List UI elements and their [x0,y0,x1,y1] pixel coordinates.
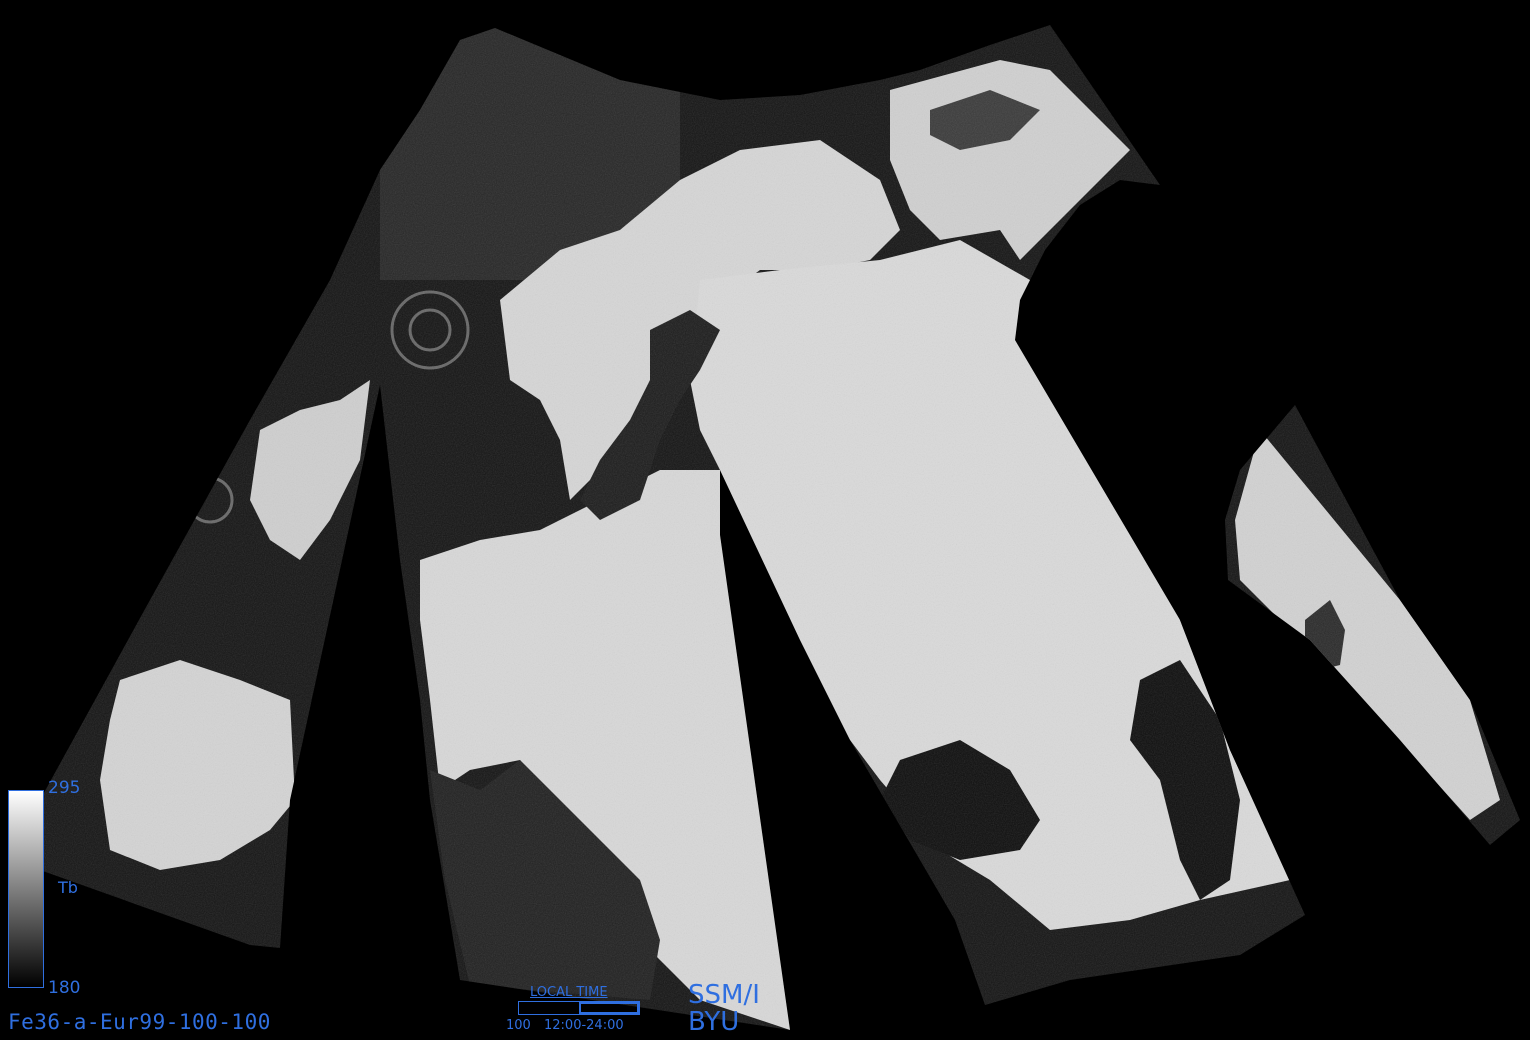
local-time-indicator [518,1001,640,1015]
sensor-label: SSM/I [688,980,760,1010]
local-time-range: 12:00-24:00 [544,1018,624,1033]
organization-label: BYU [688,1007,740,1037]
product-id-label: Fe36-a-Eur99-100-100 [8,1010,271,1034]
colorbar-max-label: 295 [48,778,81,798]
satellite-image-map [40,25,1520,1030]
swath-coverage [40,25,1520,1030]
local-time-indicator-fill [579,1002,639,1014]
colorbar-min-label: 180 [48,978,81,998]
local-time-days: 100 [506,1018,531,1033]
colorbar-variable-label: Tb [58,878,78,897]
brightness-temperature-colorbar [8,790,44,988]
local-time-title: LOCAL TIME [530,985,608,1000]
